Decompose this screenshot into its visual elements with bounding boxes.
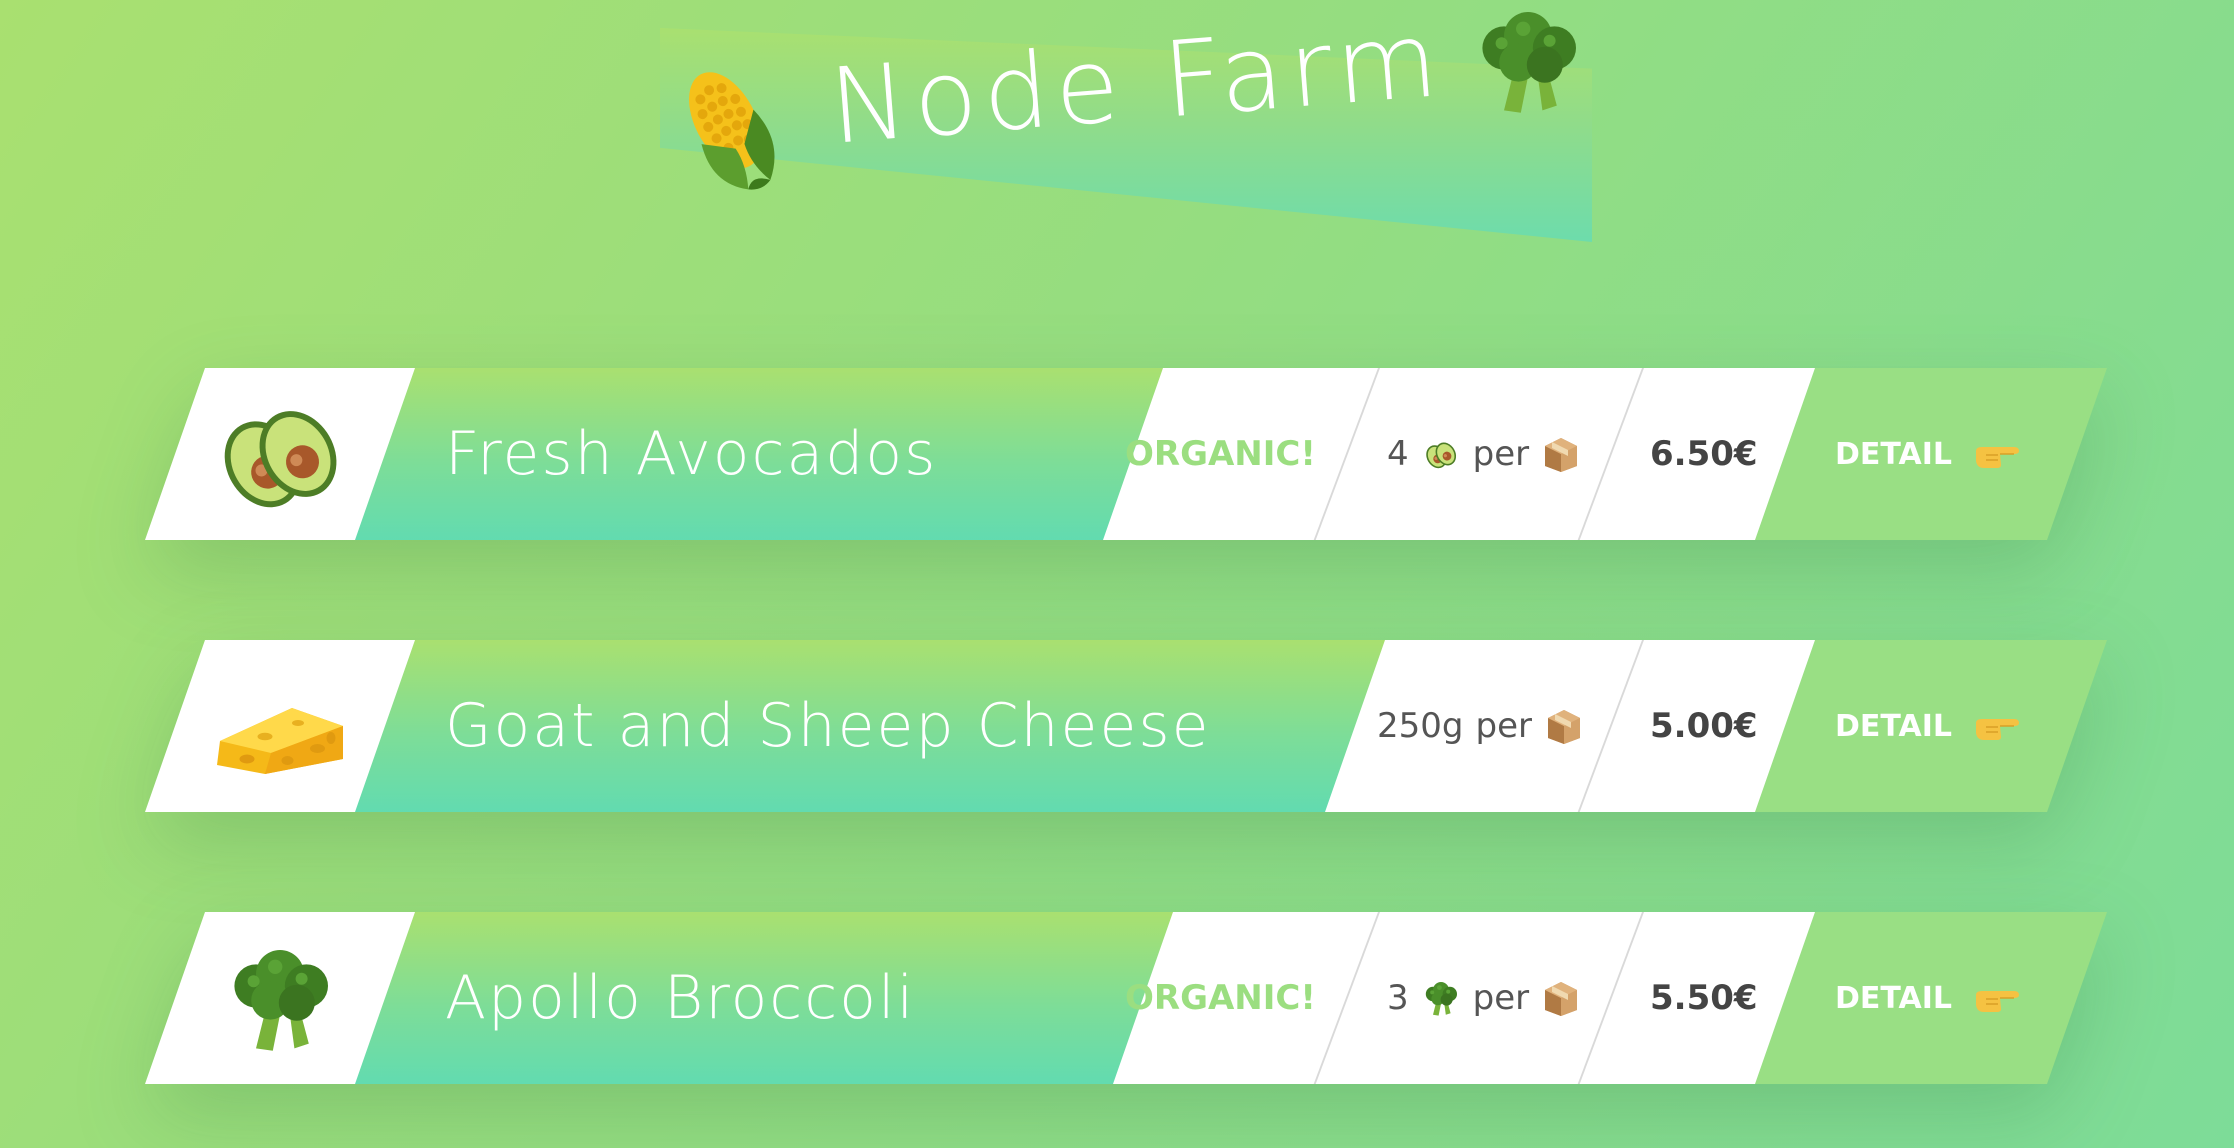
cheese-icon	[205, 666, 355, 786]
product-card: Apollo Broccoli ORGANIC! 3 per 5.50€ DET…	[145, 912, 2107, 1084]
product-price: 6.50€	[1650, 434, 1758, 474]
quantity-per: per	[1472, 978, 1530, 1018]
avocado-icon	[205, 394, 355, 514]
quantity-amount: 4	[1387, 434, 1409, 474]
quantity-info: 4 per	[1387, 368, 1581, 540]
quantity-per: per	[1475, 706, 1532, 746]
quantity-per: per	[1472, 434, 1530, 474]
detail-label: DETAIL	[1835, 980, 1953, 1016]
package-icon	[1544, 706, 1584, 746]
quantity-info: 3 per	[1387, 912, 1581, 1084]
product-name[interactable]: Apollo Broccoli	[445, 912, 915, 1084]
broccoli-icon	[1421, 978, 1461, 1018]
detail-button[interactable]: DETAIL	[1835, 640, 2055, 812]
product-price: 5.50€	[1650, 978, 1758, 1018]
page-header: Node Farm	[0, 0, 2234, 260]
avocado-icon	[1421, 434, 1461, 474]
broccoli-icon	[205, 938, 355, 1058]
product-card: Fresh Avocados ORGANIC! 4 per 6.50€ DETA…	[145, 368, 2107, 540]
package-icon	[1541, 434, 1581, 474]
quantity-amount: 250g	[1377, 706, 1464, 746]
product-name[interactable]: Fresh Avocados	[445, 368, 937, 540]
broccoli-icon	[1468, 0, 1588, 120]
product-card: Goat and Sheep Cheese 250g per 5.00€ DET…	[145, 640, 2107, 812]
product-price: 5.00€	[1650, 706, 1758, 746]
product-name[interactable]: Goat and Sheep Cheese	[445, 640, 1211, 812]
detail-label: DETAIL	[1835, 708, 1953, 744]
package-icon	[1541, 978, 1581, 1018]
pointing-hand-icon	[1974, 711, 2020, 741]
pointing-hand-icon	[1974, 983, 2020, 1013]
detail-button[interactable]: DETAIL	[1835, 912, 2055, 1084]
pointing-hand-icon	[1974, 439, 2020, 469]
organic-badge: ORGANIC!	[1125, 978, 1316, 1018]
organic-badge: ORGANIC!	[1125, 434, 1316, 474]
quantity-amount: 3	[1387, 978, 1409, 1018]
quantity-info: 250g per	[1377, 640, 1584, 812]
detail-label: DETAIL	[1835, 436, 1953, 472]
detail-button[interactable]: DETAIL	[1835, 368, 2055, 540]
